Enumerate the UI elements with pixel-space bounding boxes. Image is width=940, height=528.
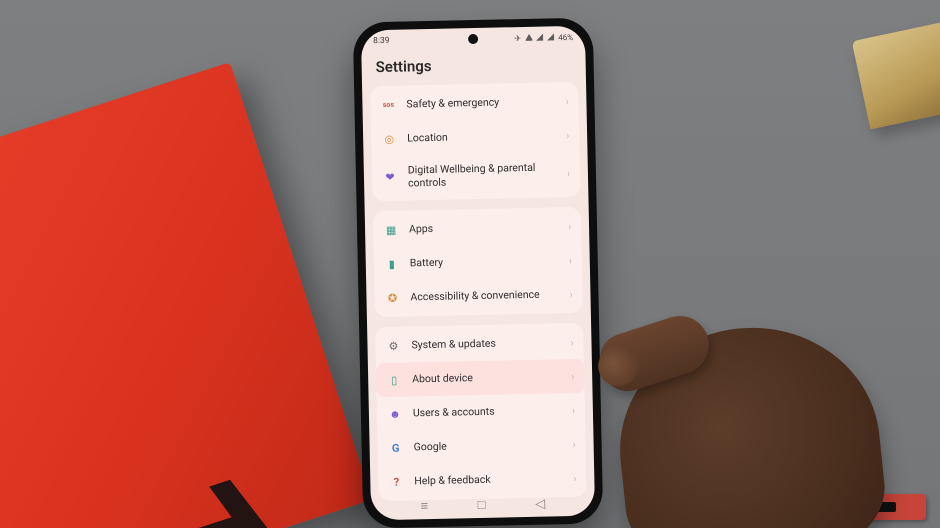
location-icon: ◎: [381, 131, 397, 147]
clock: 8:39: [373, 36, 390, 46]
box-label: 13: [91, 455, 318, 528]
settings-group: ▦ Apps › ▮ Battery › ✪ Accessibility & c…: [373, 207, 583, 317]
row-label: Safety & emergency: [406, 95, 565, 111]
battery-text: 46%: [558, 32, 573, 41]
desk-prop-top-right: [852, 21, 940, 130]
row-label: System & updates: [411, 336, 570, 352]
product-box: 13: [0, 62, 372, 528]
wifi-icon: [525, 34, 533, 42]
apps-icon: ▦: [383, 222, 399, 238]
row-label: Battery: [410, 254, 569, 270]
row-google[interactable]: G Google ›: [377, 427, 586, 465]
nav-home-button[interactable]: □: [478, 497, 486, 513]
row-about-device[interactable]: ▯ About device ›: [376, 359, 585, 397]
signal-icon-2: [547, 33, 555, 41]
wellbeing-icon: ❤: [382, 169, 398, 185]
row-safety[interactable]: sos Safety & emergency ›: [370, 84, 579, 122]
row-label: Help & feedback: [414, 472, 573, 488]
row-apps[interactable]: ▦ Apps ›: [373, 209, 582, 247]
chevron-right-icon: ›: [569, 254, 572, 267]
row-accessibility[interactable]: ✪ Accessibility & convenience ›: [374, 277, 583, 315]
row-system[interactable]: ⚙ System & updates ›: [375, 325, 584, 363]
row-battery[interactable]: ▮ Battery ›: [373, 243, 582, 281]
google-icon: G: [387, 440, 403, 456]
user-icon: ☻: [387, 406, 403, 422]
chevron-right-icon: ›: [568, 220, 571, 233]
row-label: Location: [407, 129, 566, 145]
help-icon: ?: [388, 474, 404, 490]
row-label: Users & accounts: [413, 404, 572, 420]
row-users[interactable]: ☻ Users & accounts ›: [377, 393, 586, 431]
gear-icon: ⚙: [385, 338, 401, 354]
settings-group: ⚙ System & updates › ▯ About device › ☻ …: [375, 323, 587, 501]
hand: [560, 268, 880, 528]
row-label: About device: [412, 370, 571, 386]
row-label: Apps: [409, 220, 568, 236]
page-title: Settings: [361, 48, 586, 87]
photo-scene: 13 8:39 ✈ 46% Settings: [0, 0, 940, 528]
settings-group: sos Safety & emergency › ◎ Location › ❤ …: [370, 82, 580, 202]
row-label: Google: [414, 438, 573, 454]
nav-back-button[interactable]: ◁: [535, 496, 545, 511]
phone-icon: ▯: [386, 372, 402, 388]
chevron-right-icon: ›: [567, 167, 570, 180]
battery-icon: ▮: [384, 256, 400, 272]
chevron-right-icon: ›: [565, 95, 568, 108]
row-label: Digital Wellbeing & parental controls: [408, 161, 567, 190]
signal-icon: [536, 34, 544, 42]
row-location[interactable]: ◎ Location ›: [371, 118, 580, 156]
sos-icon: sos: [380, 97, 396, 113]
accessibility-icon: ✪: [384, 290, 400, 306]
row-label: Accessibility & convenience: [410, 288, 569, 304]
chevron-right-icon: ›: [566, 129, 569, 142]
row-wellbeing[interactable]: ❤ Digital Wellbeing & parental controls …: [372, 152, 581, 200]
nav-recents-button[interactable]: ≡: [420, 498, 428, 514]
airplane-icon: ✈: [514, 34, 522, 42]
